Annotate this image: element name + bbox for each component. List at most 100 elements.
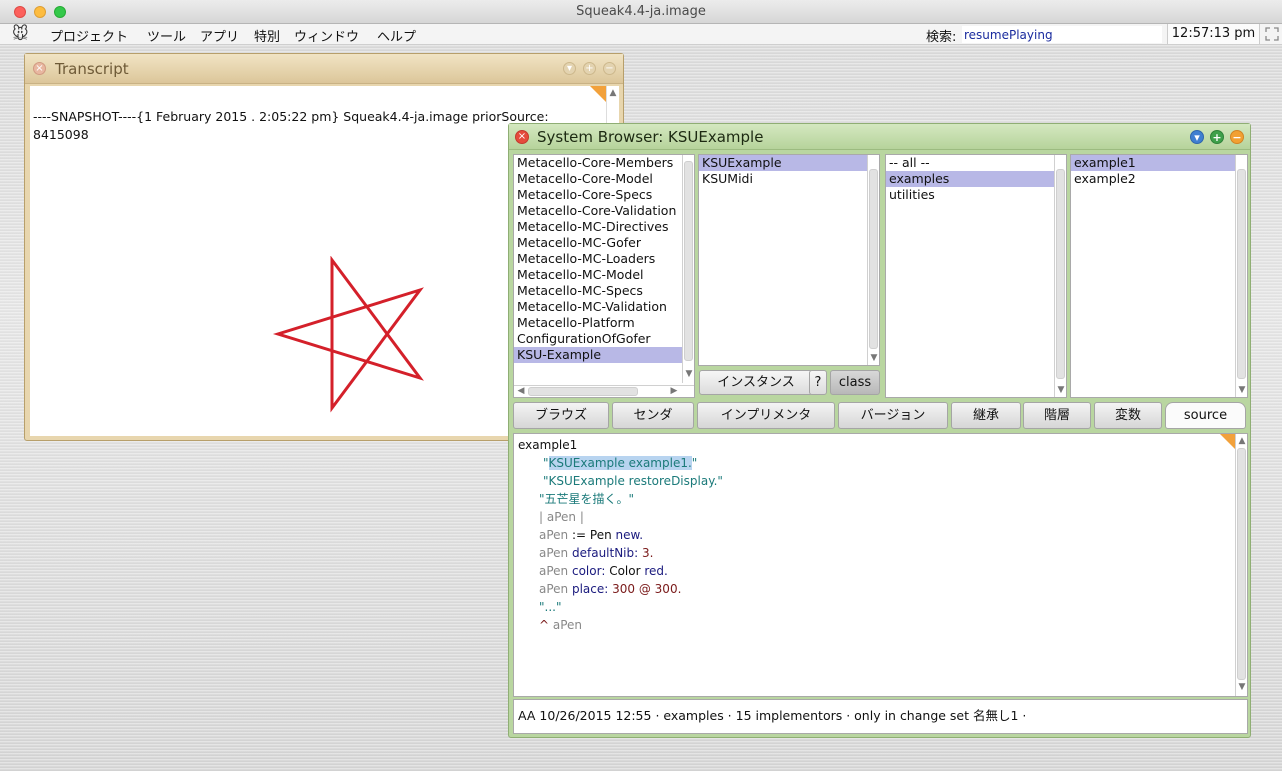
category-vscroll[interactable]: ▼ — [1054, 155, 1066, 397]
code-line: "五芒星を描く。" — [539, 492, 635, 506]
code-token: aPen — [539, 546, 569, 560]
scroll-up-icon[interactable]: ▲ — [1237, 436, 1247, 446]
code-line: aPen place: 300 @ 300. — [518, 580, 681, 598]
browser-toolbar: ブラウズ センダ インプリメンタ バージョン 継承 階層 変数 source — [513, 402, 1246, 430]
list-item[interactable]: Metacello-MC-Specs — [514, 283, 694, 299]
list-item[interactable]: Metacello-MC-Model — [514, 267, 694, 283]
scroll-thumb[interactable] — [1237, 448, 1246, 680]
list-item[interactable]: -- all -- — [886, 155, 1066, 171]
list-item[interactable]: utilities — [886, 187, 1066, 203]
code-token: aPen — [539, 564, 569, 578]
method-list[interactable]: example1 example2 ▼ — [1070, 154, 1248, 398]
scroll-thumb[interactable] — [684, 161, 693, 361]
implementors-button[interactable]: インプリメンタ — [697, 402, 835, 429]
code-line: "KSUExample restoreDisplay." — [543, 474, 723, 488]
browse-button[interactable]: ブラウズ — [513, 402, 609, 429]
list-item-selected[interactable]: KSUExample — [699, 155, 879, 171]
inheritance-button[interactable]: 継承 — [951, 402, 1021, 429]
instance-button[interactable]: インスタンス — [699, 370, 813, 395]
code-token: new. — [615, 528, 644, 542]
browser-collapse-icon[interactable]: − — [1230, 130, 1244, 144]
package-hscroll[interactable]: ◀ ▶ — [514, 385, 694, 397]
code-line: example1 — [518, 438, 578, 452]
code-vscroll[interactable]: ▲ ▼ — [1235, 434, 1247, 696]
menu-apps[interactable]: アプリ — [200, 26, 239, 45]
method-vscroll[interactable]: ▼ — [1235, 155, 1247, 397]
transcript-collapse-icon[interactable]: − — [603, 62, 616, 75]
variables-button[interactable]: 変数 — [1094, 402, 1162, 429]
list-item[interactable]: Metacello-Core-Validation — [514, 203, 694, 219]
list-item[interactable]: Metacello-Platform — [514, 315, 694, 331]
scroll-right-icon[interactable]: ▶ — [669, 386, 679, 396]
source-button[interactable]: source — [1165, 402, 1246, 429]
code-token: red. — [644, 564, 668, 578]
class-list[interactable]: KSUExample KSUMidi ▼ — [698, 154, 880, 366]
list-item-selected[interactable]: examples — [886, 171, 1066, 187]
list-item-selected[interactable]: example1 — [1071, 155, 1247, 171]
hierarchy-button[interactable]: 階層 — [1023, 402, 1091, 429]
list-item[interactable]: Metacello-MC-Validation — [514, 299, 694, 315]
browser-titlebar[interactable]: × System Browser: KSUExample ▾ + − — [509, 124, 1250, 150]
transcript-titlebar[interactable]: × Transcript ▾ + − — [25, 54, 623, 84]
menu-extras[interactable]: 特別 — [254, 26, 280, 45]
squeak-logo-icon[interactable]: 🐭 — [12, 25, 38, 43]
code-token: aPen — [539, 528, 569, 542]
category-list[interactable]: -- all -- examples utilities ▼ — [885, 154, 1067, 398]
code-line: ^ aPen — [518, 616, 582, 634]
search-input[interactable] — [962, 26, 1162, 43]
code-line: aPen color: Color red. — [518, 562, 668, 580]
scroll-left-icon[interactable]: ◀ — [516, 386, 526, 396]
list-item[interactable]: Metacello-MC-Gofer — [514, 235, 694, 251]
code-token: place: — [571, 582, 609, 596]
list-item-selected[interactable]: KSU-Example — [514, 347, 694, 363]
mac-titlebar: Squeak4.4-ja.image — [0, 0, 1282, 24]
scroll-down-icon[interactable]: ▼ — [684, 369, 694, 379]
fullscreen-icon[interactable] — [1265, 27, 1279, 41]
pentagram-drawing — [272, 256, 424, 413]
help-button[interactable]: ? — [809, 370, 827, 395]
transcript-close-icon[interactable]: × — [33, 62, 46, 75]
transcript-menu-icon[interactable]: ▾ — [563, 62, 576, 75]
browser-title: System Browser: KSUExample — [537, 128, 764, 146]
versions-button[interactable]: バージョン — [838, 402, 948, 429]
list-item[interactable]: Metacello-Core-Model — [514, 171, 694, 187]
scroll-thumb[interactable] — [1056, 169, 1065, 379]
system-browser-window[interactable]: × System Browser: KSUExample ▾ + − Metac… — [508, 123, 1251, 738]
scroll-down-icon[interactable]: ▼ — [1237, 385, 1247, 395]
code-token: 300 @ 300. — [612, 582, 682, 596]
menu-help[interactable]: ヘルプ — [377, 26, 416, 45]
scroll-down-icon[interactable]: ▼ — [1237, 682, 1247, 692]
list-item[interactable]: example2 — [1071, 171, 1247, 187]
world-menubar: 🐭 プロジェクト ツール アプリ 特別 ウィンドウ ヘルプ 検索: 12:57:… — [0, 24, 1282, 45]
scroll-thumb[interactable] — [869, 169, 878, 349]
class-button[interactable]: class — [830, 370, 880, 395]
list-item[interactable]: KSUMidi — [699, 171, 879, 187]
scroll-down-icon[interactable]: ▼ — [869, 353, 879, 363]
code-token: aPen — [539, 582, 569, 596]
list-item[interactable]: Metacello-MC-Directives — [514, 219, 694, 235]
scroll-up-icon[interactable]: ▲ — [608, 88, 618, 98]
menu-windows[interactable]: ウィンドウ — [294, 26, 359, 45]
code-token: defaultNib: — [571, 546, 639, 560]
class-vscroll[interactable]: ▼ — [867, 155, 879, 365]
package-vscroll[interactable]: ▼ — [682, 155, 694, 383]
package-list[interactable]: Metacello-Core-Members Metacello-Core-Mo… — [513, 154, 695, 398]
code-line: aPen := Pen new. — [518, 526, 643, 544]
scroll-thumb[interactable] — [528, 387, 638, 396]
code-pane[interactable]: example1 "KSUExample example1." "KSUExam… — [513, 433, 1248, 697]
scroll-down-icon[interactable]: ▼ — [1056, 385, 1066, 395]
list-item[interactable]: Metacello-MC-Loaders — [514, 251, 694, 267]
scroll-thumb[interactable] — [1237, 169, 1246, 379]
browser-menu-icon[interactable]: ▾ — [1190, 130, 1204, 144]
transcript-expand-icon[interactable]: + — [583, 62, 596, 75]
list-item[interactable]: Metacello-Core-Members — [514, 155, 694, 171]
menu-tools[interactable]: ツール — [147, 26, 186, 45]
code-token: Color — [609, 564, 641, 578]
list-item[interactable]: Metacello-Core-Specs — [514, 187, 694, 203]
clock: 12:57:13 pm — [1167, 24, 1260, 44]
list-item[interactable]: ConfigurationOfGofer — [514, 331, 694, 347]
browser-expand-icon[interactable]: + — [1210, 130, 1224, 144]
senders-button[interactable]: センダ — [612, 402, 694, 429]
menu-project[interactable]: プロジェクト — [50, 26, 128, 45]
browser-close-icon[interactable]: × — [515, 130, 529, 144]
